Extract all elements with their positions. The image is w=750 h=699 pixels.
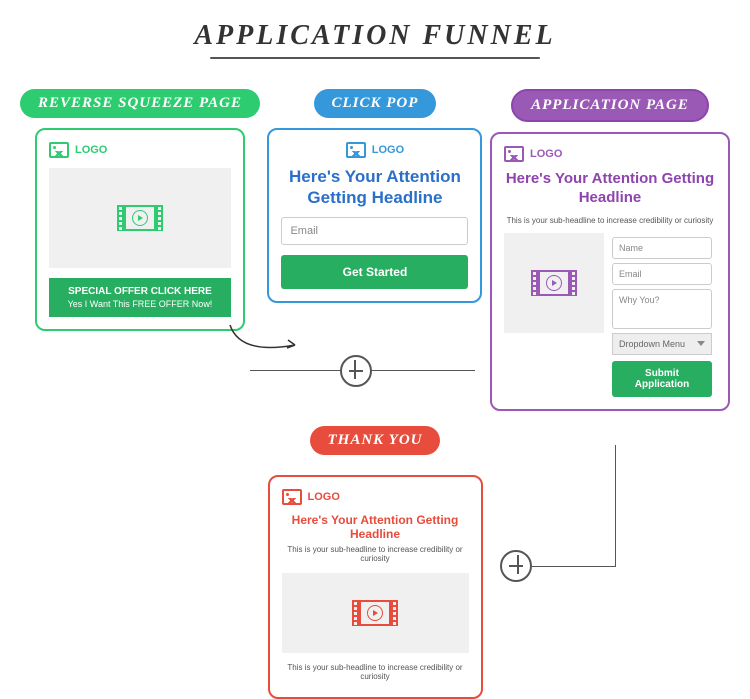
title-underline xyxy=(210,57,540,59)
card-thank-you: LOGO Here's Your Attention Getting Headl… xyxy=(268,475,483,699)
connector-arrow-curve xyxy=(225,320,305,360)
logo-text: LOGO xyxy=(75,144,107,156)
video-icon xyxy=(122,205,158,231)
logo-text: LOGO xyxy=(530,148,562,160)
card-application-page: LOGO Here's Your Attention Getting Headl… xyxy=(490,132,730,411)
connector-line xyxy=(532,566,616,567)
video-placeholder xyxy=(504,233,604,333)
why-you-input[interactable]: Why You? xyxy=(612,289,712,329)
image-icon xyxy=(346,142,366,158)
pill-reverse-squeeze: REVERSE SQUEEZE PAGE xyxy=(20,89,260,118)
dropdown-menu[interactable]: Dropdown Menu xyxy=(612,333,712,355)
logo-reverse-squeeze: LOGO xyxy=(49,142,231,158)
logo-thank-you: LOGO xyxy=(282,489,469,505)
logo-text: LOGO xyxy=(372,144,404,156)
submit-application-button[interactable]: Submit Application xyxy=(612,361,712,397)
get-started-button[interactable]: Get Started xyxy=(281,255,468,289)
card-click-pop: LOGO Here's Your Attention Getting Headl… xyxy=(267,128,482,303)
image-icon xyxy=(282,489,302,505)
chevron-down-icon xyxy=(697,341,705,346)
email-input[interactable]: Email xyxy=(612,263,712,285)
application-headline: Here's Your Attention Getting Headline xyxy=(504,170,716,208)
arrow-right-icon xyxy=(340,355,372,387)
offer-button-main: SPECIAL OFFER CLICK HERE xyxy=(53,286,227,297)
connector-line xyxy=(615,445,616,567)
dropdown-label: Dropdown Menu xyxy=(619,339,685,349)
name-input[interactable]: Name xyxy=(612,237,712,259)
pill-thank-you: THANK YOU xyxy=(310,426,441,455)
video-icon xyxy=(536,270,572,296)
thank-you-subhead: This is your sub-headline to increase cr… xyxy=(282,545,469,563)
image-icon xyxy=(49,142,69,158)
pill-click-pop: CLICK POP xyxy=(314,89,437,118)
logo-text: LOGO xyxy=(308,491,340,503)
pill-application-page: APPLICATION PAGE xyxy=(511,89,709,122)
logo-click-pop: LOGO xyxy=(281,142,468,158)
thank-you-headline: Here's Your Attention Getting Headline xyxy=(282,513,469,541)
special-offer-button[interactable]: SPECIAL OFFER CLICK HERE Yes I Want This… xyxy=(49,278,231,317)
offer-button-sub: Yes I Want This FREE OFFER Now! xyxy=(53,299,227,309)
arrow-left-icon xyxy=(500,550,532,582)
logo-application: LOGO xyxy=(504,146,716,162)
image-icon xyxy=(504,146,524,162)
diagram-title: APPLICATION FUNNEL xyxy=(0,20,750,52)
email-input[interactable]: Email xyxy=(281,217,468,245)
thank-you-footer: This is your sub-headline to increase cr… xyxy=(282,663,469,681)
video-placeholder xyxy=(49,168,231,268)
video-placeholder xyxy=(282,573,469,653)
application-subhead: This is your sub-headline to increase cr… xyxy=(504,216,716,225)
card-reverse-squeeze: LOGO SPECIAL OFFER CLICK HERE Yes I Want… xyxy=(35,128,245,331)
click-pop-headline: Here's Your Attention Getting Headline xyxy=(281,166,468,209)
video-icon xyxy=(357,600,393,626)
